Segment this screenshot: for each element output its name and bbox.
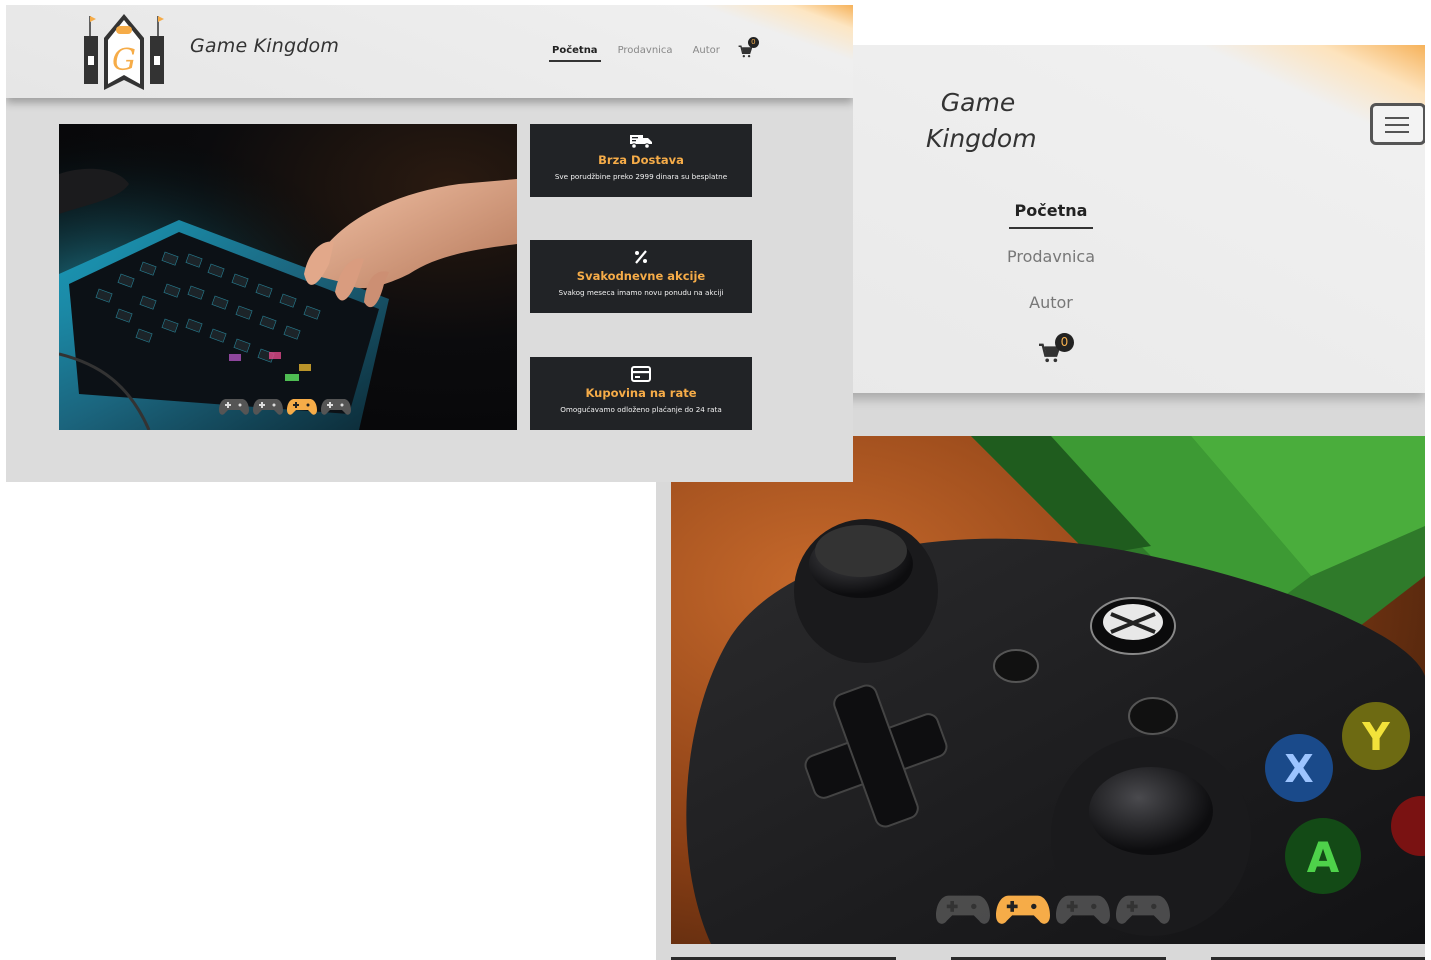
feature-subtitle: Sve porudžbine preko 2999 dinara su besp… <box>554 172 728 181</box>
mobile-slider-dots <box>936 892 1170 928</box>
feature-card-deals: Svakodnevne akcije Svakog meseca imamo n… <box>530 240 752 313</box>
feature-title: Brza Dostava <box>598 153 684 167</box>
castle-logo-icon[interactable]: G <box>82 12 166 92</box>
slider-dot-gamepad-icon[interactable] <box>1116 892 1170 928</box>
desktop-slider-dots <box>219 397 351 417</box>
slider-dot-gamepad-icon-active[interactable] <box>287 397 317 417</box>
desktop-nav: Početna Prodavnica Autor 0 <box>549 37 759 62</box>
svg-text:G: G <box>112 43 136 78</box>
mobile-cart-button[interactable]: 0 <box>1038 333 1074 367</box>
brand-title[interactable]: Game Kingdom <box>190 35 339 57</box>
feature-card-delivery: Brza Dostava Sve porudžbine preko 2999 d… <box>530 124 752 197</box>
hero-image-controller: X Y A <box>671 436 1425 944</box>
slider-dot-gamepad-icon[interactable] <box>321 397 351 417</box>
feature-title: Svakodnevne akcije <box>576 269 706 283</box>
slider-dot-gamepad-icon[interactable] <box>253 397 283 417</box>
feature-subtitle: Svakog meseca imamo novu ponudu na akcij… <box>558 288 724 297</box>
desktop-header: G Game Kingdom Početna Prodavnica Autor … <box>6 5 853 98</box>
credit-card-icon <box>631 366 651 382</box>
slider-dot-gamepad-icon-active[interactable] <box>996 892 1050 928</box>
slider-dot-gamepad-icon[interactable] <box>936 892 990 928</box>
svg-text:X: X <box>1284 747 1313 791</box>
hamburger-line <box>1385 117 1409 119</box>
cart-count-badge: 0 <box>1055 333 1074 352</box>
controller-illustration: X Y A <box>671 436 1425 944</box>
nav-item-autor[interactable]: Autor <box>693 45 720 56</box>
slider-dot-gamepad-icon[interactable] <box>219 397 249 417</box>
desktop-screenshot: G Game Kingdom Početna Prodavnica Autor … <box>6 5 853 482</box>
feature-card-installments: Kupovina na rate Omogućavamo odloženo pl… <box>530 357 752 430</box>
nav-item-pocetna[interactable]: Početna <box>549 45 601 62</box>
feature-title: Kupovina na rate <box>585 386 697 400</box>
mobile-brand-title[interactable]: Game Kingdom <box>926 85 1037 157</box>
hamburger-line <box>1385 124 1409 126</box>
svg-text:Y: Y <box>1361 715 1390 759</box>
hamburger-line <box>1385 131 1409 133</box>
svg-text:A: A <box>1307 833 1340 882</box>
truck-icon <box>630 135 652 149</box>
keyboard-illustration <box>59 124 517 430</box>
cart-button[interactable]: 0 <box>738 37 759 58</box>
feature-subtitle: Omogućavamo odloženo plaćanje do 24 rata <box>560 405 722 414</box>
hamburger-menu-button[interactable] <box>1370 103 1425 145</box>
percent-icon <box>635 250 647 264</box>
hero-image-keyboard <box>59 124 517 430</box>
cart-count-badge: 0 <box>747 37 759 48</box>
nav-item-prodavnica[interactable]: Prodavnica <box>618 45 673 56</box>
slider-dot-gamepad-icon[interactable] <box>1056 892 1110 928</box>
